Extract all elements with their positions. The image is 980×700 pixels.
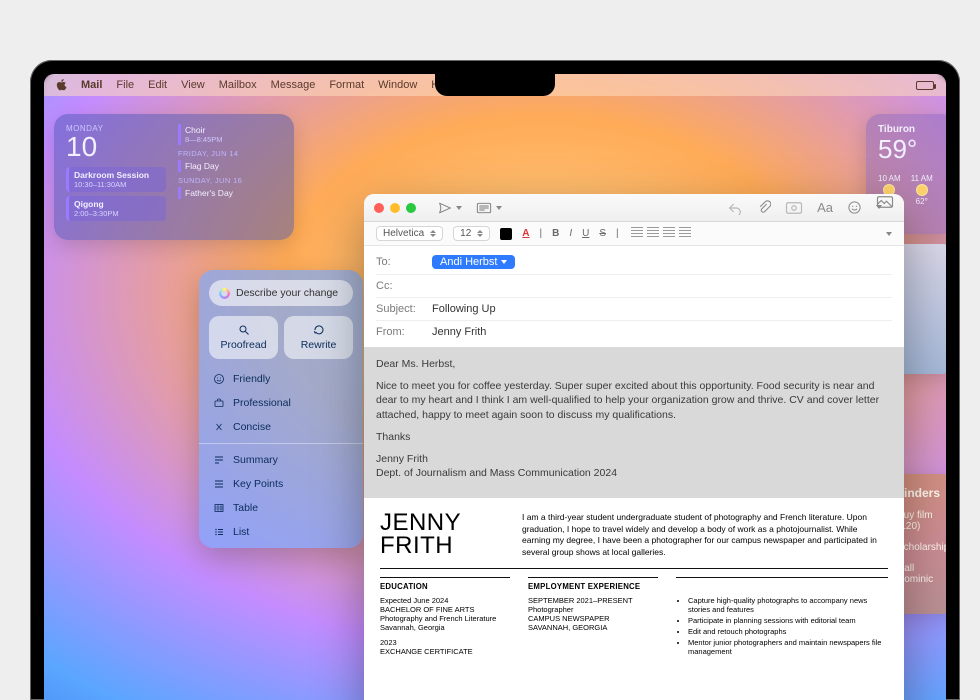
device-bezel: Mail File Edit View Mailbox Message Form… [30,60,960,700]
text-color-button[interactable]: A [522,228,529,239]
proofread-button[interactable]: Proofread [209,316,278,359]
tone-friendly[interactable]: Friendly [199,367,363,391]
header-fields-button[interactable] [476,202,502,214]
resume-attachment: JENNY FRITH I am a third-year student un… [364,498,904,700]
zoom-button[interactable] [406,203,416,213]
menu-window[interactable]: Window [378,79,417,91]
summary-icon [213,454,225,466]
transform-list[interactable]: List [199,520,363,548]
calendar-date: 10 [66,133,166,161]
sparkle-icon [219,288,230,299]
format-bar: Helvetica 12 A | B I U S | [364,222,904,246]
underline-button[interactable]: U [582,228,589,239]
list-icon [213,526,225,538]
mail-compose-window: Aa Helvetica 12 A | B I U S | To [364,194,904,700]
mail-body[interactable]: Dear Ms. Herbst, Nice to meet you for co… [364,347,904,498]
calendar-event: Father's Day [178,187,242,199]
weather-temp: 59° [878,135,944,164]
menu-mailbox[interactable]: Mailbox [219,79,257,91]
window-titlebar[interactable]: Aa [364,194,904,222]
photo-icon[interactable] [785,201,803,215]
writing-tools-panel: Describe your change Proofread Rewrite F… [199,270,363,548]
close-button[interactable] [374,203,384,213]
format-button[interactable]: Aa [817,200,833,215]
attach-icon[interactable] [757,200,771,216]
screen: Mail File Edit View Mailbox Message Form… [44,74,946,700]
describe-change-input[interactable]: Describe your change [209,280,353,306]
briefcase-icon [213,397,225,409]
media-button[interactable] [876,195,894,221]
table-icon [213,502,225,514]
calendar-event: Flag Day [178,160,242,172]
italic-button[interactable]: I [569,228,572,239]
paperplane-icon [438,201,452,215]
calendar-event: Choir 8—8:45PM [178,124,242,145]
chevron-right-icon[interactable] [886,232,892,236]
font-size-select[interactable]: 12 [453,226,490,241]
strike-button[interactable]: S [599,228,606,239]
send-button[interactable] [438,201,462,215]
smile-icon [213,373,225,385]
menu-file[interactable]: File [116,79,134,91]
recipient-pill[interactable]: Andi Herbst [432,255,515,269]
calendar-widget[interactable]: MONDAY 10 Darkroom Session 10:30–11:30AM… [54,114,294,240]
minimize-button[interactable] [390,203,400,213]
cc-field[interactable] [432,280,892,292]
emoji-icon[interactable] [847,200,862,215]
menu-view[interactable]: View [181,79,205,91]
camera-notch [435,74,555,96]
keypoints-icon [213,478,225,490]
calendar-event: Qigong 2:00–3:30PM [66,196,166,221]
calendar-event: Darkroom Session 10:30–11:30AM [66,167,166,192]
color-swatch[interactable] [500,228,512,240]
bold-button[interactable]: B [552,228,559,239]
tone-professional[interactable]: Professional [199,391,363,415]
concise-icon [213,421,225,433]
menu-app[interactable]: Mail [81,79,102,91]
list-icon [476,202,492,214]
sun-icon [917,185,927,195]
menu-format[interactable]: Format [329,79,364,91]
font-select[interactable]: Helvetica [376,226,443,241]
transform-table[interactable]: Table [199,496,363,520]
transform-keypoints[interactable]: Key Points [199,472,363,496]
menu-edit[interactable]: Edit [148,79,167,91]
battery-icon[interactable] [916,81,934,90]
align-buttons[interactable] [629,227,693,240]
transform-summary[interactable]: Summary [199,448,363,472]
magnify-icon [238,324,250,336]
undo-icon[interactable] [727,201,743,215]
menu-message[interactable]: Message [271,79,316,91]
tone-concise[interactable]: Concise [199,415,363,439]
rewrite-button[interactable]: Rewrite [284,316,353,359]
rewrite-icon [313,324,325,336]
from-field[interactable]: Jenny Frith [432,326,486,338]
subject-field[interactable]: Following Up [432,303,496,315]
apple-icon[interactable] [56,79,67,91]
mail-headers: To: Andi Herbst Cc: Subject:Following Up… [364,246,904,347]
